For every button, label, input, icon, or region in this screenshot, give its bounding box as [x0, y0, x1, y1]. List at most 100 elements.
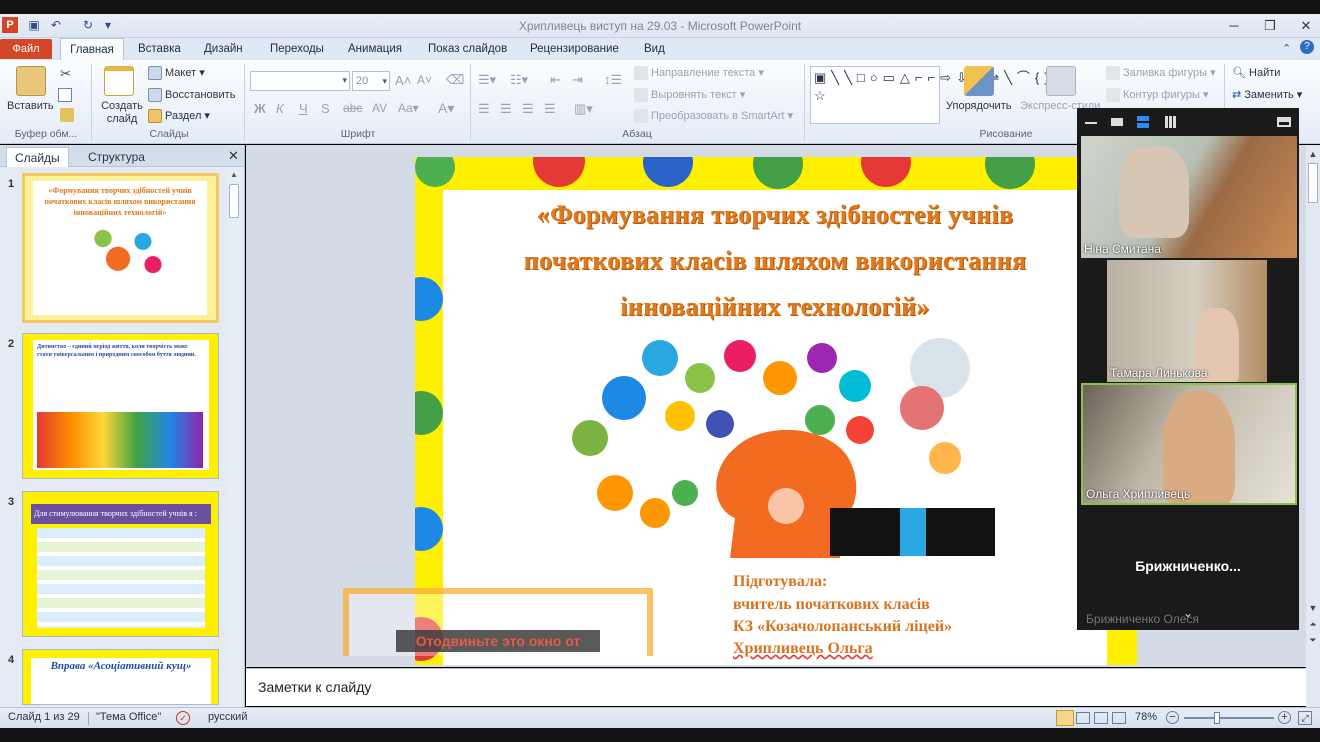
italic-icon[interactable]: К	[276, 101, 284, 116]
participant-figure	[1119, 146, 1189, 238]
slide-thumbnail-2[interactable]: Дитинство – єдиний період життя, коли тв…	[22, 333, 219, 479]
restore-icon[interactable]: ❐	[1256, 16, 1284, 36]
smartart-label: Преобразовать в SmartArt	[651, 110, 785, 122]
tab-file[interactable]: Файл	[0, 39, 52, 59]
columns-icon[interactable]: ▥▾	[574, 101, 593, 117]
thumb2-text: Дитинство – єдиний період життя, коли тв…	[37, 344, 196, 358]
spellcheck-icon[interactable]: ✓	[176, 711, 190, 725]
zoom-level[interactable]: 78%	[1135, 711, 1157, 723]
next-slide-icon[interactable]: ⏷	[1307, 633, 1319, 647]
tab-review[interactable]: Рецензирование	[524, 38, 625, 60]
new-slide-button[interactable]	[104, 66, 134, 96]
close-icon[interactable]: ✕	[1292, 16, 1320, 36]
scroll-down-icon[interactable]: ▼	[1307, 601, 1319, 615]
align-text-button[interactable]: Выровнять текст ▾	[634, 88, 745, 103]
slide-scroll-thumb[interactable]	[1308, 163, 1318, 203]
zoom-in-icon[interactable]: +	[1278, 711, 1291, 724]
paste-button[interactable]	[16, 66, 46, 96]
tab-outline[interactable]: Структура	[80, 147, 153, 167]
minimize-video-icon[interactable]	[1085, 122, 1097, 124]
tab-insert[interactable]: Вставка	[132, 38, 187, 60]
slide-thumbnail-1[interactable]: «Формування творчих здібностей учнів поч…	[22, 173, 219, 323]
decrease-indent-icon[interactable]: ⇤	[550, 72, 561, 88]
clear-format-icon[interactable]: ⌫	[446, 72, 464, 88]
zoom-slider-thumb[interactable]	[1214, 712, 1220, 724]
group-label-font: Шрифт	[340, 128, 376, 140]
slideshow-view-icon[interactable]	[1112, 712, 1126, 724]
smartart-button[interactable]: Преобразовать в SmartArt ▾	[634, 109, 793, 124]
paste-label: Вставить	[7, 100, 54, 112]
zoom-out-icon[interactable]: −	[1166, 711, 1179, 724]
ribbon-tabs: Файл Главная Вставка Дизайн Переходы Ани…	[0, 38, 1320, 60]
align-center-icon[interactable]: ☰	[500, 101, 512, 117]
align-left-icon[interactable]: ☰	[478, 101, 490, 117]
copy-icon[interactable]	[58, 88, 72, 102]
participant-video-2[interactable]: Тамара Линькова	[1107, 260, 1267, 382]
theme-name[interactable]: "Тема Office"	[96, 711, 161, 723]
fit-to-window-icon[interactable]: ⤢	[1298, 711, 1312, 725]
tab-view[interactable]: Вид	[638, 38, 671, 60]
justify-icon[interactable]: ☰	[544, 101, 556, 117]
exit-fullscreen-icon[interactable]	[1277, 117, 1291, 127]
strip-view-icon[interactable]	[1137, 116, 1149, 128]
participant-video-3-active[interactable]: Ольга Хрипливець	[1081, 383, 1297, 505]
numbering-icon[interactable]: ☷▾	[510, 72, 528, 88]
tab-slides[interactable]: Слайды	[6, 147, 69, 167]
tab-transitions[interactable]: Переходы	[264, 38, 330, 60]
minimize-icon[interactable]: ─	[1220, 16, 1248, 36]
participant-video-1[interactable]: Ніна Смитана	[1081, 136, 1297, 258]
grid-view-icon[interactable]	[1165, 116, 1177, 128]
tab-design[interactable]: Дизайн	[198, 38, 249, 60]
language-label[interactable]: русский	[208, 711, 247, 723]
shape-outline-button[interactable]: Контур фигуры ▾	[1106, 88, 1209, 103]
prev-slide-icon[interactable]: ⏶	[1307, 617, 1319, 631]
reset-button[interactable]: Восстановить	[148, 88, 235, 102]
format-painter-icon[interactable]	[60, 108, 74, 122]
cut-icon[interactable]: ✂	[60, 66, 71, 82]
tab-home[interactable]: Главная	[60, 38, 124, 60]
thumbnails-scrollbar[interactable]: ▲	[227, 170, 241, 706]
section-button[interactable]: Раздел ▾	[148, 109, 210, 124]
font-family-select[interactable]: ▾	[250, 71, 350, 91]
help-icon[interactable]: ?	[1300, 40, 1314, 54]
slide-thumbnail-3[interactable]: Для стимулювання творчих здібностей учні…	[22, 491, 219, 637]
reset-label: Восстановить	[165, 88, 236, 101]
replace-button[interactable]: ⇄ Заменить ▾	[1232, 88, 1302, 101]
slide-scrollbar[interactable]: ▲ ▼ ⏶ ⏷	[1306, 145, 1320, 707]
spacing-icon[interactable]: AV	[372, 101, 387, 115]
close-panel-icon[interactable]: ✕	[228, 148, 239, 164]
line-spacing-icon[interactable]: ↕☰	[604, 72, 622, 88]
normal-view-icon[interactable]	[1056, 710, 1074, 726]
scroll-up-icon[interactable]: ▲	[1307, 147, 1319, 161]
slide-sorter-icon[interactable]	[1076, 712, 1090, 724]
bold-icon[interactable]: Ж	[254, 101, 266, 116]
bullets-icon[interactable]: ☰▾	[478, 72, 496, 88]
grow-font-icon[interactable]: A˄	[395, 73, 411, 88]
quick-styles-button[interactable]	[1046, 66, 1076, 96]
share-overlay-message: Отодвиньте это окно от	[396, 630, 600, 652]
arrange-button[interactable]	[964, 66, 994, 96]
increase-indent-icon[interactable]: ⇥	[572, 72, 583, 88]
ribbon-collapse-icon[interactable]: ⌃	[1282, 42, 1291, 55]
align-right-icon[interactable]: ☰	[522, 101, 534, 117]
change-case-icon[interactable]: Aa▾	[398, 101, 419, 115]
strikethrough-icon[interactable]: abc	[343, 101, 362, 115]
scroll-thumb[interactable]	[229, 184, 239, 218]
font-size-select[interactable]: 20 ▾	[352, 71, 390, 91]
tab-animation[interactable]: Анимация	[342, 38, 408, 60]
notes-pane[interactable]: Заметки к слайду	[246, 668, 1306, 706]
reading-view-icon[interactable]	[1094, 712, 1108, 724]
tab-slideshow[interactable]: Показ слайдов	[422, 38, 513, 60]
shapes-gallery[interactable]: ▣╲╲□○▭△⌐⌐⇨⇩⬠⇌╲⌒{}☆	[810, 66, 1049, 124]
single-view-icon[interactable]	[1111, 118, 1123, 126]
shadow-icon[interactable]: S	[321, 101, 330, 116]
text-direction-button[interactable]: Направление текста ▾	[634, 66, 764, 81]
shape-fill-button[interactable]: Заливка фигуры ▾	[1106, 66, 1216, 81]
find-button[interactable]: 🔍︎ Найти	[1232, 66, 1280, 79]
underline-icon[interactable]: Ч	[299, 101, 308, 116]
slide-thumbnail-4[interactable]: Вправа «Асоціативний кущ»	[22, 649, 219, 705]
layout-button[interactable]: Макет ▾	[148, 66, 205, 81]
font-color-icon[interactable]: A▾	[438, 100, 454, 117]
zoom-slider-track[interactable]	[1184, 717, 1274, 719]
shrink-font-icon[interactable]: A˅	[417, 73, 432, 87]
